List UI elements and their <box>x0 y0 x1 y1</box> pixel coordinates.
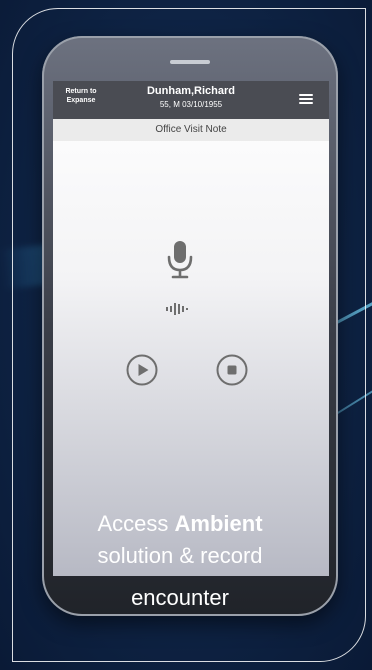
note-title: Office Visit Note <box>53 119 329 141</box>
audio-wave-icon <box>166 303 188 315</box>
patient-name: Dunham,Richard <box>146 85 235 97</box>
stop-button[interactable] <box>215 353 249 387</box>
return-label-line2: Expanse <box>66 97 96 104</box>
phone-speaker <box>170 60 210 64</box>
feature-caption: Access Ambient solution & record encount… <box>42 508 318 614</box>
play-button[interactable] <box>125 353 159 387</box>
return-to-expanse-button[interactable]: Return to Expanse <box>59 87 103 105</box>
caption-line1: Access Ambient <box>42 508 318 540</box>
app-header: Return to Expanse Dunham,Richard 55, M 0… <box>53 81 329 119</box>
play-icon <box>138 364 149 376</box>
hamburger-menu-icon[interactable] <box>299 94 313 105</box>
caption-line3: encounter <box>131 585 229 610</box>
patient-demographics: 55, M 03/10/1955 <box>159 100 223 109</box>
return-label-line1: Return to <box>65 88 97 95</box>
microphone-icon[interactable] <box>165 239 195 281</box>
phone-screen: Return to Expanse Dunham,Richard 55, M 0… <box>53 81 329 576</box>
stop-icon <box>227 365 237 375</box>
caption-bold: Ambient <box>174 511 263 536</box>
caption-line2: solution & record <box>97 543 263 568</box>
caption-prefix: Access <box>97 511 175 536</box>
